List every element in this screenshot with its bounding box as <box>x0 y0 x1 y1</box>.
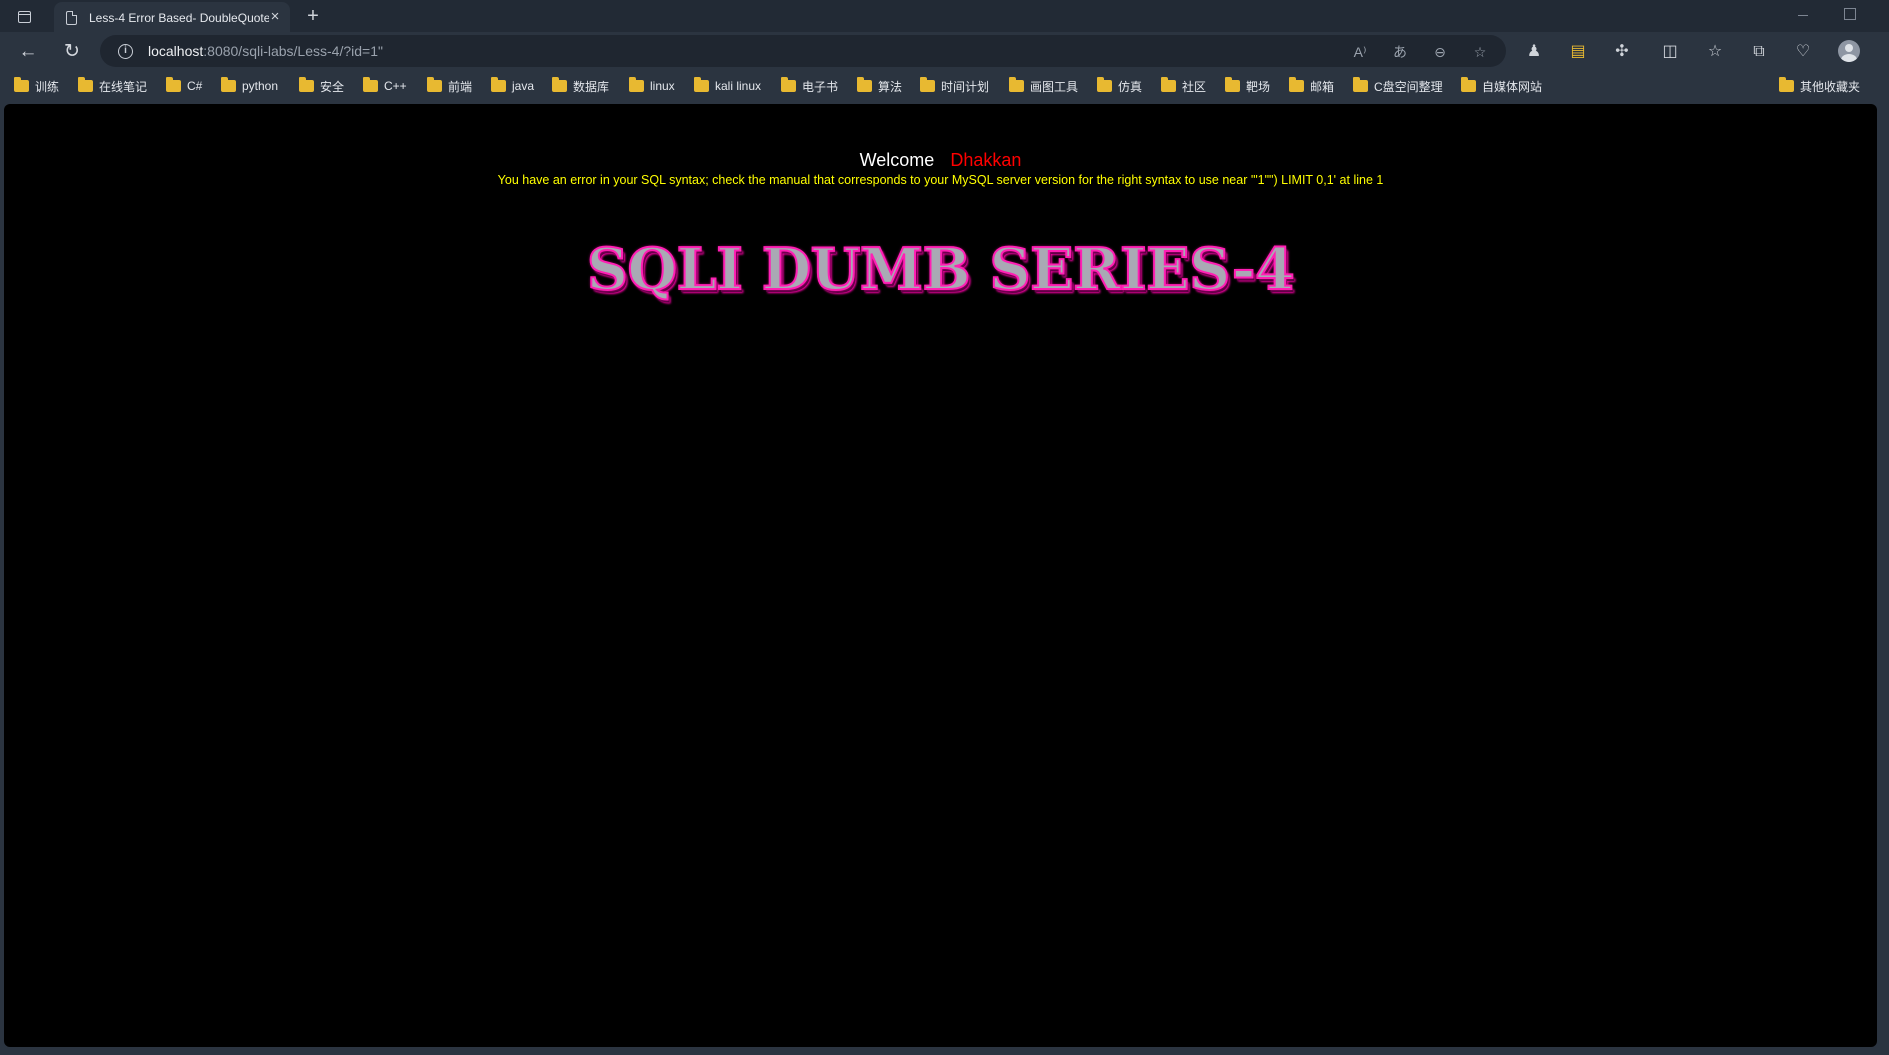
split-screen-icon[interactable]: ◫ <box>1659 41 1681 63</box>
welcome-text: Welcome <box>859 150 935 170</box>
active-tab[interactable]: Less-4 Error Based- DoubleQuotes- String… <box>54 2 290 34</box>
series-banner-title: SQLI DUMB SERIES-4 <box>586 235 1296 304</box>
folder-icon <box>1097 77 1112 92</box>
bookmark-folder[interactable]: 时间计划 <box>920 77 989 95</box>
folder-icon <box>1289 77 1304 92</box>
page-viewport: Welcome Dhakkan You have an error in your… <box>4 104 1877 1047</box>
bookmark-folder[interactable]: 安全 <box>299 77 344 95</box>
toolbar: ← ↻ i localhost:8080/sqli-labs/Less-4/?i… <box>0 32 1889 70</box>
bookmark-folder[interactable]: java <box>491 77 534 95</box>
back-button[interactable]: ← <box>16 40 40 64</box>
extensions-icon[interactable]: ✣ <box>1611 41 1633 63</box>
read-aloud-icon[interactable]: A⁾ <box>1350 43 1370 61</box>
profile-icon[interactable] <box>1838 40 1860 62</box>
bookmarks-bar: 训练 在线笔记 C# python 安全 C++ 前端 java 数据库 lin… <box>0 70 1889 102</box>
folder-icon <box>1225 77 1240 92</box>
folder-icon <box>1353 77 1368 92</box>
folder-icon <box>857 77 872 92</box>
folder-icon <box>363 77 378 92</box>
bookmark-folder[interactable]: 训练 <box>14 77 59 95</box>
bookmark-folder[interactable]: kali linux <box>694 77 761 95</box>
folder-icon <box>629 77 644 92</box>
bookmark-icon[interactable]: ▤ <box>1567 41 1589 63</box>
welcome-line: Welcome Dhakkan <box>4 150 1877 171</box>
folder-icon <box>299 77 314 92</box>
bookmark-folder[interactable]: 自媒体网站 <box>1461 77 1542 95</box>
user-name: Dhakkan <box>950 150 1022 170</box>
bookmark-folder[interactable]: 社区 <box>1161 77 1206 95</box>
folder-icon <box>221 77 236 92</box>
folder-icon <box>14 77 29 92</box>
other-bookmarks-folder[interactable]: 其他收藏夹 <box>1779 77 1860 95</box>
bookmark-folder[interactable]: 邮箱 <box>1289 77 1334 95</box>
close-tab-icon[interactable]: × <box>268 9 282 24</box>
folder-icon <box>427 77 442 92</box>
folder-icon <box>1009 77 1024 92</box>
bookmark-folder[interactable]: C++ <box>363 77 407 95</box>
bookmark-folder[interactable]: 电子书 <box>781 77 838 95</box>
restore-button[interactable] <box>1844 8 1856 20</box>
sql-error-message: You have an error in your SQL syntax; ch… <box>497 173 1384 187</box>
collections-icon[interactable]: ⧉ <box>1748 41 1770 63</box>
bookmark-folder[interactable]: 画图工具 <box>1009 77 1078 95</box>
folder-icon <box>1161 77 1176 92</box>
bookmark-folder[interactable]: 前端 <box>427 77 472 95</box>
bookmark-folder[interactable]: 靶场 <box>1225 77 1270 95</box>
url-path: :8080/sqli-labs/Less-4/?id=1" <box>203 43 383 59</box>
person-icon[interactable]: ♟ <box>1523 41 1545 63</box>
bookmark-folder[interactable]: 算法 <box>857 77 902 95</box>
folder-icon <box>166 77 181 92</box>
favorites-icon[interactable]: ☆ <box>1704 41 1726 63</box>
bookmark-folder[interactable]: python <box>221 77 278 95</box>
bookmark-folder[interactable]: 仿真 <box>1097 77 1142 95</box>
folder-icon <box>1461 77 1476 92</box>
bookmark-folder[interactable]: C# <box>166 77 202 95</box>
bookmark-folder[interactable]: 数据库 <box>552 77 609 95</box>
url-host: localhost <box>148 43 204 59</box>
folder-icon <box>1779 77 1794 92</box>
folder-icon <box>920 77 935 92</box>
performance-icon[interactable]: ♡ <box>1792 41 1814 63</box>
folder-icon <box>694 77 709 92</box>
bookmark-folder[interactable]: linux <box>629 77 675 95</box>
window-edge <box>1879 104 1889 1047</box>
url-text[interactable]: localhost:8080/sqli-labs/Less-4/?id=1" <box>148 43 383 59</box>
new-tab-button[interactable]: + <box>302 5 324 27</box>
site-info-icon[interactable]: i <box>118 44 133 59</box>
refresh-button[interactable]: ↻ <box>60 40 84 64</box>
minimize-button[interactable] <box>1796 8 1812 22</box>
folder-icon <box>78 77 93 92</box>
bookmark-folder[interactable]: 在线笔记 <box>78 77 147 95</box>
zoom-icon[interactable]: ⊖ <box>1430 43 1450 61</box>
address-bar[interactable]: i localhost:8080/sqli-labs/Less-4/?id=1"… <box>100 35 1506 67</box>
folder-icon <box>781 77 796 92</box>
page-icon <box>66 11 77 25</box>
folder-icon <box>552 77 567 92</box>
title-bar: Less-4 Error Based- DoubleQuotes- String… <box>0 0 1889 34</box>
bookmark-folder[interactable]: C盘空间整理 <box>1353 77 1443 95</box>
tab-title: Less-4 Error Based- DoubleQuotes- String <box>89 11 269 25</box>
favorite-star-icon[interactable]: ☆ <box>1470 43 1490 61</box>
translate-icon[interactable]: あ <box>1390 43 1410 61</box>
folder-icon <box>491 77 506 92</box>
tab-actions-icon[interactable] <box>12 6 36 28</box>
